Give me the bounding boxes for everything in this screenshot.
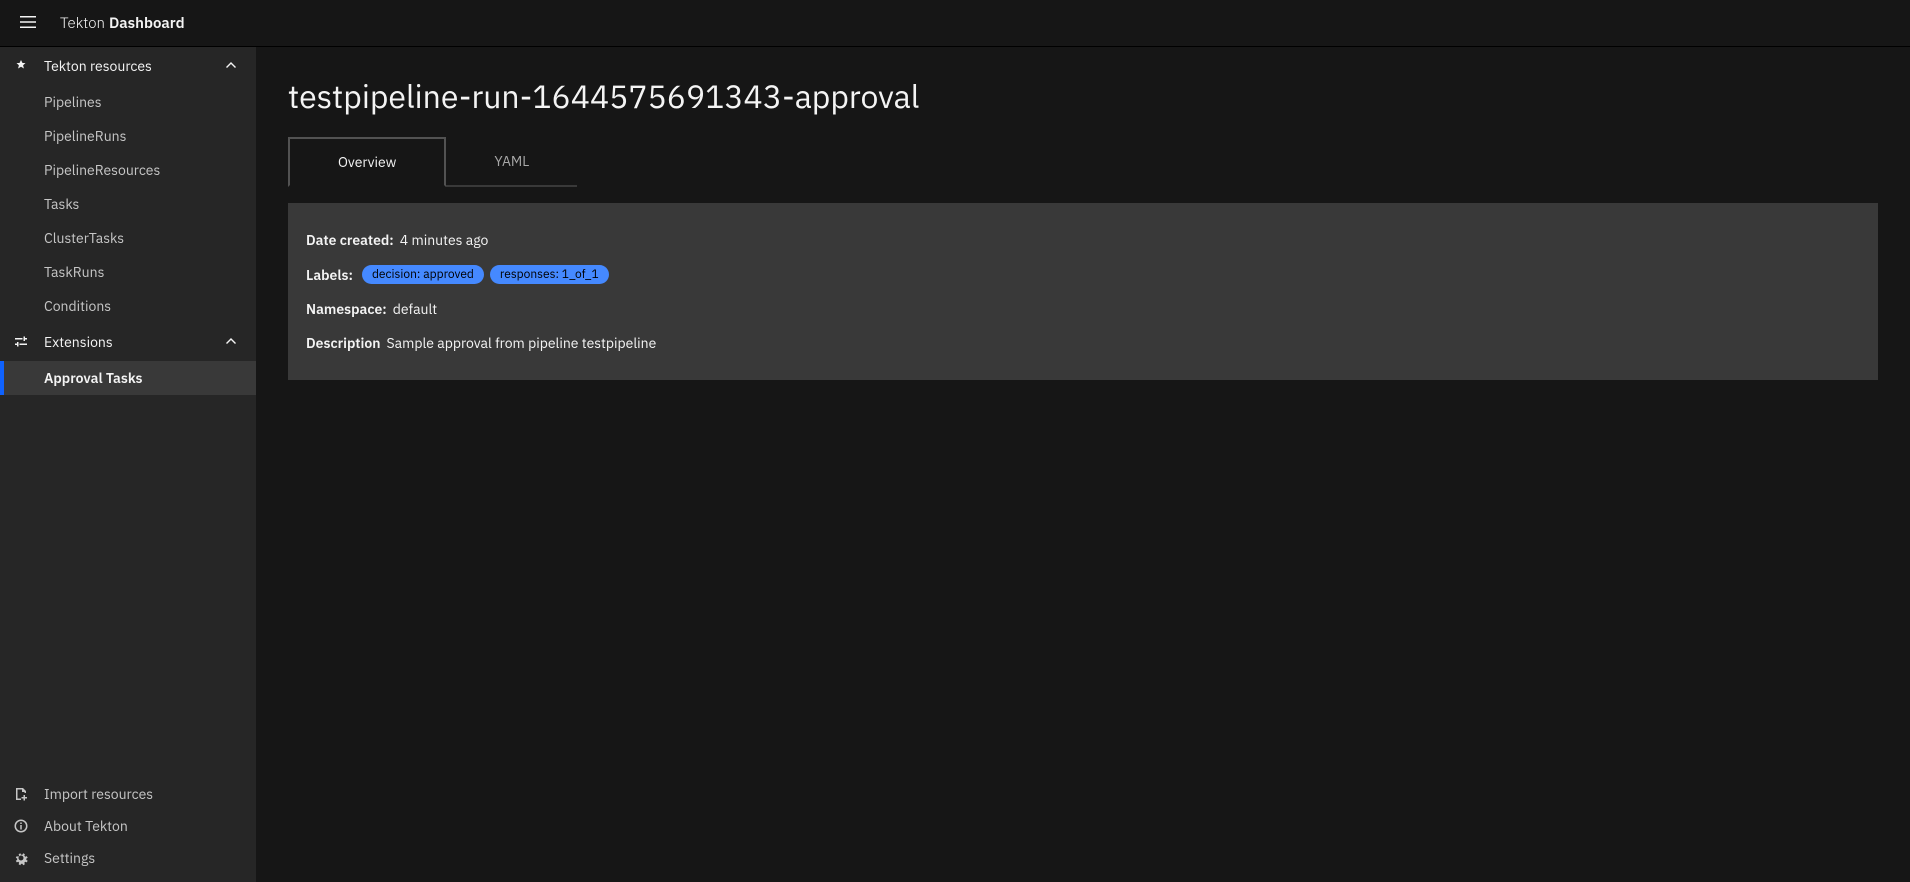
footer-item-label: About Tekton <box>44 817 128 835</box>
menu-icon <box>18 12 38 35</box>
nav-group-extensions[interactable]: Extensions <box>0 323 256 361</box>
sidebar-item-pipelines[interactable]: Pipelines <box>0 85 256 119</box>
sidebar-item-label: ClusterTasks <box>44 229 124 247</box>
nav-group-tekton-resources[interactable]: Tekton resources <box>0 47 256 85</box>
detail-panel: Date created: 4 minutes ago Labels: deci… <box>288 203 1878 380</box>
sidebar-item-tasks[interactable]: Tasks <box>0 187 256 221</box>
detail-value: 4 minutes ago <box>400 231 489 249</box>
footer-item-label: Import resources <box>44 785 153 803</box>
tekton-icon <box>12 57 30 75</box>
sidebar-item-label: Conditions <box>44 297 111 315</box>
sidebar-item-taskruns[interactable]: TaskRuns <box>0 255 256 289</box>
sidebar-item-label: PipelineResources <box>44 161 160 179</box>
sidebar-item-label: Approval Tasks <box>44 369 143 387</box>
page-title: testpipeline-run-1644575691343-approval <box>288 75 1878 117</box>
detail-row-labels: Labels: decision: approved responses: 1_… <box>306 257 1860 292</box>
detail-label: Date created: <box>306 231 394 249</box>
detail-label: Description <box>306 334 381 352</box>
main-content: testpipeline-run-1644575691343-approval … <box>256 47 1910 882</box>
nav-group-label: Tekton resources <box>44 57 224 75</box>
sidebar-item-approval-tasks[interactable]: Approval Tasks <box>0 361 256 395</box>
settings-icon <box>12 849 30 867</box>
label-tag: responses: 1_of_1 <box>490 265 609 284</box>
sidebar-item-clustertasks[interactable]: ClusterTasks <box>0 221 256 255</box>
footer-item-label: Settings <box>44 849 95 867</box>
footer-item-about-tekton[interactable]: About Tekton <box>0 810 256 842</box>
nav-group-items: Pipelines PipelineRuns PipelineResources… <box>0 85 256 323</box>
header-title: Tekton Dashboard <box>60 14 185 33</box>
header-title-suffix: Dashboard <box>109 14 185 33</box>
sidebar-item-pipelineruns[interactable]: PipelineRuns <box>0 119 256 153</box>
detail-value: Sample approval from pipeline testpipeli… <box>387 334 657 352</box>
chevron-up-icon <box>224 334 240 350</box>
sidebar-item-label: TaskRuns <box>44 263 104 281</box>
nav-group-items: Approval Tasks <box>0 361 256 395</box>
detail-row-namespace: Namespace: default <box>306 292 1860 326</box>
detail-label: Labels: <box>306 266 353 284</box>
tabs: Overview YAML <box>288 137 1878 187</box>
sidebar-footer: Import resources About Tekton Settings <box>0 778 256 882</box>
settings-adjust-icon <box>12 333 30 351</box>
sidebar-item-label: Tasks <box>44 195 79 213</box>
footer-item-import-resources[interactable]: Import resources <box>0 778 256 810</box>
sidebar-item-label: Pipelines <box>44 93 102 111</box>
menu-toggle-button[interactable] <box>10 4 46 43</box>
nav-group-label: Extensions <box>44 333 224 351</box>
tab-label: YAML <box>494 152 529 170</box>
sidebar-item-pipelineresources[interactable]: PipelineResources <box>0 153 256 187</box>
info-icon <box>12 817 30 835</box>
sidebar-item-label: PipelineRuns <box>44 127 126 145</box>
footer-item-settings[interactable]: Settings <box>0 842 256 874</box>
detail-label: Namespace: <box>306 300 387 318</box>
detail-value: default <box>393 300 437 318</box>
tab-overview[interactable]: Overview <box>288 137 446 187</box>
label-tag: decision: approved <box>362 265 484 284</box>
sidebar-item-conditions[interactable]: Conditions <box>0 289 256 323</box>
sidebar: Tekton resources Pipelines PipelineRuns … <box>0 47 256 882</box>
detail-row-description: Description Sample approval from pipelin… <box>306 326 1860 360</box>
detail-row-date-created: Date created: 4 minutes ago <box>306 223 1860 257</box>
tab-yaml[interactable]: YAML <box>446 137 577 187</box>
import-icon <box>12 785 30 803</box>
header-title-prefix: Tekton <box>60 14 105 33</box>
tab-label: Overview <box>338 153 396 171</box>
chevron-up-icon <box>224 58 240 74</box>
app-header: Tekton Dashboard <box>0 0 1910 47</box>
